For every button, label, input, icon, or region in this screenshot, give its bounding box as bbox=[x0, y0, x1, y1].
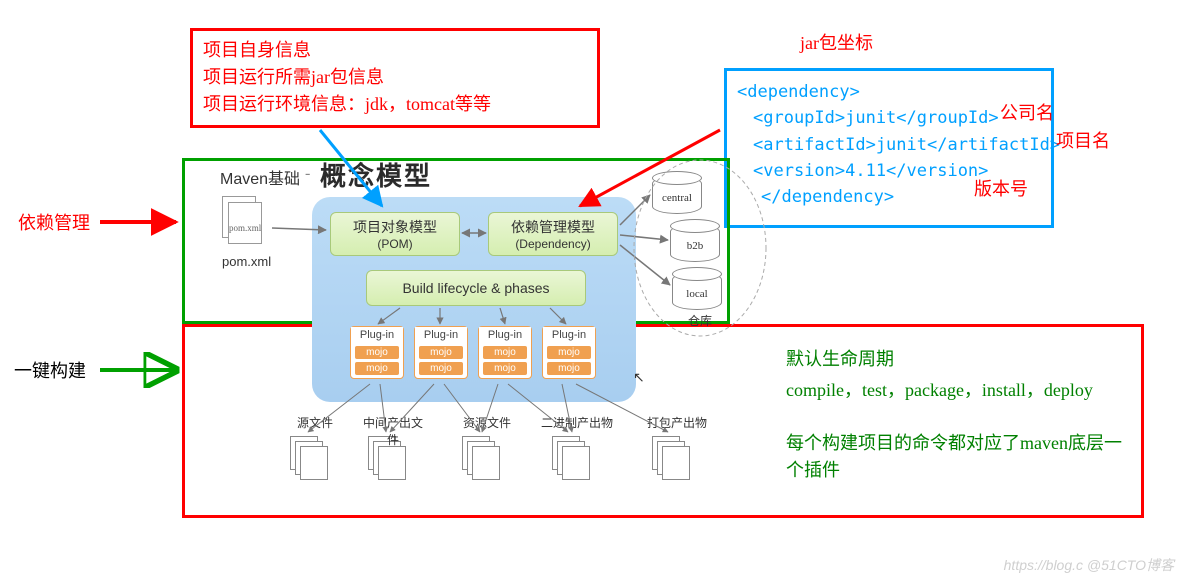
plugin-1-hdr: Plug-in bbox=[351, 327, 403, 343]
xml-dep-open: <dependency> bbox=[737, 79, 1041, 105]
pom-sheet-front: pom.xml bbox=[228, 202, 262, 244]
top-red-line3: 项目运行环境信息：jdk，tomcat等等 bbox=[203, 91, 587, 118]
pom-sheet-text: pom.xml bbox=[229, 223, 261, 233]
repo-local: local bbox=[672, 272, 722, 310]
plugin-1-m1: mojo bbox=[355, 346, 399, 359]
plugin-2-hdr: Plug-in bbox=[415, 327, 467, 343]
watermark: https://blog.c @51CTO博客 bbox=[1004, 555, 1174, 575]
cursor-icon: ↖ bbox=[633, 370, 645, 387]
box-lifecycle: Build lifecycle & phases bbox=[366, 270, 586, 306]
box-dep: 依赖管理模型 (Dependency) bbox=[488, 212, 618, 256]
plugin-2: Plug-in mojo mojo bbox=[414, 326, 468, 379]
left-label-dep: 依赖管理 bbox=[18, 210, 90, 237]
xml-label-company: 公司名 bbox=[1000, 100, 1054, 127]
repo-central-label: central bbox=[653, 192, 701, 204]
jar-title: jar包坐标 bbox=[800, 30, 873, 57]
box-pom-l1: 项目对象模型 bbox=[353, 217, 437, 237]
out-4-label: 二进制产出物 bbox=[532, 414, 622, 431]
plugin-1: Plug-in mojo mojo bbox=[350, 326, 404, 379]
xml-artifactid: <artifactId>junit</artifactId> bbox=[737, 132, 1041, 158]
xml-label-project: 项目名 bbox=[1056, 128, 1110, 155]
repo-b2b-label: b2b bbox=[671, 240, 719, 252]
top-red-box: 项目自身信息 项目运行所需jar包信息 项目运行环境信息：jdk，tomcat等… bbox=[190, 28, 600, 128]
xml-groupid: <groupId>junit</groupId> bbox=[737, 105, 1041, 131]
plugin-4: Plug-in mojo mojo bbox=[542, 326, 596, 379]
box-pom: 项目对象模型 (POM) bbox=[330, 212, 460, 256]
xml-box: <dependency> <groupId>junit</groupId> <a… bbox=[724, 68, 1054, 228]
box-pom-l2: (POM) bbox=[377, 237, 412, 251]
plugin-1-m2: mojo bbox=[355, 362, 399, 375]
plugin-3-m1: mojo bbox=[483, 346, 527, 359]
lifecycle-l3: 每个构建项目的命令都对应了maven底层一个插件 bbox=[786, 430, 1126, 484]
repo-b2b: b2b bbox=[670, 224, 720, 262]
out-5-label: 打包产出物 bbox=[632, 414, 722, 431]
plugin-2-m2: mojo bbox=[419, 362, 463, 375]
plugin-3-hdr: Plug-in bbox=[479, 327, 531, 343]
top-red-line2: 项目运行所需jar包信息 bbox=[203, 64, 587, 91]
repo-local-label: local bbox=[673, 288, 721, 300]
plugin-2-m1: mojo bbox=[419, 346, 463, 359]
box-dep-l2: (Dependency) bbox=[515, 237, 590, 251]
plugin-4-m1: mojo bbox=[547, 346, 591, 359]
out-2-label: 中间产出文件 bbox=[358, 414, 428, 448]
lifecycle-text: 默认生命周期 compile，test，package，install，depl… bbox=[786, 346, 1126, 484]
title-dash: - bbox=[305, 165, 310, 183]
plugin-4-hdr: Plug-in bbox=[543, 327, 595, 343]
out-1-label: 源文件 bbox=[280, 414, 350, 431]
out-3-label: 资源文件 bbox=[452, 414, 522, 431]
box-dep-l1: 依赖管理模型 bbox=[511, 217, 595, 237]
plugin-3-m2: mojo bbox=[483, 362, 527, 375]
title-concept: 概念模型 bbox=[320, 156, 432, 193]
left-label-build: 一键构建 bbox=[14, 358, 86, 385]
plugin-3: Plug-in mojo mojo bbox=[478, 326, 532, 379]
box-lifecycle-label: Build lifecycle & phases bbox=[402, 280, 549, 296]
repo-group-label: 仓库 bbox=[688, 312, 712, 329]
repo-central: central bbox=[652, 176, 702, 214]
lifecycle-l2: compile，test，package，install，deploy bbox=[786, 377, 1126, 404]
pom-file-label: pom.xml bbox=[222, 254, 271, 269]
top-red-line1: 项目自身信息 bbox=[203, 37, 587, 64]
xml-label-version: 版本号 bbox=[974, 176, 1028, 203]
plugin-4-m2: mojo bbox=[547, 362, 591, 375]
lifecycle-l1: 默认生命周期 bbox=[786, 346, 1126, 373]
title-maven: Maven基础 bbox=[220, 165, 300, 189]
